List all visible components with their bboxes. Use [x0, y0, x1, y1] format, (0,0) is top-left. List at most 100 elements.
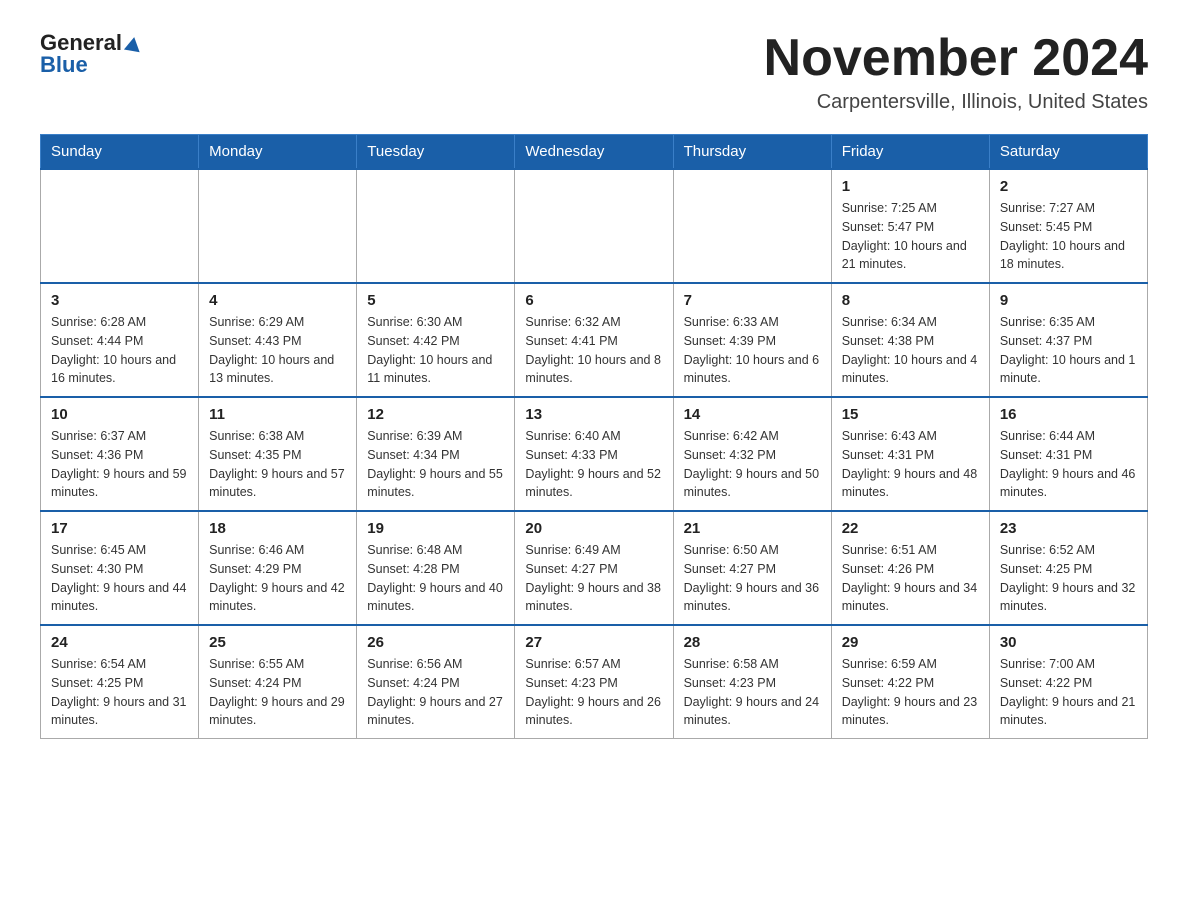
day-number: 18: [209, 520, 346, 537]
calendar-cell-w4-d3: 19 Sunrise: 6:48 AMSunset: 4:28 PMDayligh…: [357, 511, 515, 625]
day-info: Sunrise: 6:59 AMSunset: 4:22 PMDaylight:…: [842, 655, 979, 730]
day-number: 1: [842, 178, 979, 195]
day-info: Sunrise: 6:28 AMSunset: 4:44 PMDaylight:…: [51, 313, 188, 388]
day-number: 8: [842, 292, 979, 309]
week-row-5: 24 Sunrise: 6:54 AMSunset: 4:25 PMDayligh…: [41, 625, 1148, 739]
day-info: Sunrise: 6:43 AMSunset: 4:31 PMDaylight:…: [842, 427, 979, 502]
day-info: Sunrise: 7:00 AMSunset: 4:22 PMDaylight:…: [1000, 655, 1137, 730]
day-number: 9: [1000, 292, 1137, 309]
calendar-cell-w2-d6: 8 Sunrise: 6:34 AMSunset: 4:38 PMDaylight…: [831, 283, 989, 397]
day-info: Sunrise: 7:27 AMSunset: 5:45 PMDaylight:…: [1000, 199, 1137, 274]
day-info: Sunrise: 6:44 AMSunset: 4:31 PMDaylight:…: [1000, 427, 1137, 502]
day-number: 13: [525, 406, 662, 423]
day-number: 12: [367, 406, 504, 423]
calendar-cell-w1-d5: [673, 169, 831, 283]
week-row-2: 3 Sunrise: 6:28 AMSunset: 4:44 PMDaylight…: [41, 283, 1148, 397]
week-row-4: 17 Sunrise: 6:45 AMSunset: 4:30 PMDayligh…: [41, 511, 1148, 625]
page-header: General Blue November 2024 Carpentersvil…: [40, 30, 1148, 114]
day-info: Sunrise: 6:48 AMSunset: 4:28 PMDaylight:…: [367, 541, 504, 616]
day-info: Sunrise: 6:54 AMSunset: 4:25 PMDaylight:…: [51, 655, 188, 730]
day-info: Sunrise: 6:37 AMSunset: 4:36 PMDaylight:…: [51, 427, 188, 502]
calendar-cell-w5-d1: 24 Sunrise: 6:54 AMSunset: 4:25 PMDayligh…: [41, 625, 199, 739]
calendar-cell-w5-d4: 27Sunrise: 6:57 AMSunset: 4:23 PMDayligh…: [515, 625, 673, 739]
calendar-cell-w4-d6: 22 Sunrise: 6:51 AMSunset: 4:26 PMDayligh…: [831, 511, 989, 625]
day-info: Sunrise: 6:38 AMSunset: 4:35 PMDaylight:…: [209, 427, 346, 502]
calendar-cell-w3-d2: 11 Sunrise: 6:38 AMSunset: 4:35 PMDayligh…: [199, 397, 357, 511]
day-info: Sunrise: 6:35 AMSunset: 4:37 PMDaylight:…: [1000, 313, 1137, 388]
weekday-header-friday: Friday: [831, 135, 989, 170]
day-number: 24: [51, 634, 188, 651]
day-number: 23: [1000, 520, 1137, 537]
day-info: Sunrise: 6:30 AMSunset: 4:42 PMDaylight:…: [367, 313, 504, 388]
calendar-cell-w2-d2: 4 Sunrise: 6:29 AMSunset: 4:43 PMDaylight…: [199, 283, 357, 397]
day-info: Sunrise: 6:39 AMSunset: 4:34 PMDaylight:…: [367, 427, 504, 502]
day-number: 20: [525, 520, 662, 537]
calendar-cell-w5-d3: 26Sunrise: 6:56 AMSunset: 4:24 PMDayligh…: [357, 625, 515, 739]
day-number: 5: [367, 292, 504, 309]
week-row-1: 1 Sunrise: 7:25 AMSunset: 5:47 PMDaylight…: [41, 169, 1148, 283]
day-info: Sunrise: 6:56 AMSunset: 4:24 PMDaylight:…: [367, 655, 504, 730]
day-info: Sunrise: 6:34 AMSunset: 4:38 PMDaylight:…: [842, 313, 979, 388]
calendar-cell-w4-d7: 23Sunrise: 6:52 AMSunset: 4:25 PMDayligh…: [989, 511, 1147, 625]
day-number: 4: [209, 292, 346, 309]
day-info: Sunrise: 6:58 AMSunset: 4:23 PMDaylight:…: [684, 655, 821, 730]
weekday-header-tuesday: Tuesday: [357, 135, 515, 170]
day-number: 28: [684, 634, 821, 651]
weekday-header-monday: Monday: [199, 135, 357, 170]
calendar-cell-w3-d4: 13Sunrise: 6:40 AMSunset: 4:33 PMDayligh…: [515, 397, 673, 511]
day-number: 22: [842, 520, 979, 537]
calendar-cell-w1-d6: 1 Sunrise: 7:25 AMSunset: 5:47 PMDaylight…: [831, 169, 989, 283]
calendar-cell-w2-d7: 9 Sunrise: 6:35 AMSunset: 4:37 PMDaylight…: [989, 283, 1147, 397]
calendar-title: November 2024: [764, 30, 1148, 87]
day-info: Sunrise: 6:49 AMSunset: 4:27 PMDaylight:…: [525, 541, 662, 616]
day-number: 6: [525, 292, 662, 309]
calendar-cell-w4-d5: 21 Sunrise: 6:50 AMSunset: 4:27 PMDayligh…: [673, 511, 831, 625]
calendar-cell-w1-d3: [357, 169, 515, 283]
calendar-cell-w5-d2: 25Sunrise: 6:55 AMSunset: 4:24 PMDayligh…: [199, 625, 357, 739]
day-info: Sunrise: 6:45 AMSunset: 4:30 PMDaylight:…: [51, 541, 188, 616]
calendar-subtitle: Carpentersville, Illinois, United States: [764, 91, 1148, 114]
calendar-cell-w1-d7: 2 Sunrise: 7:27 AMSunset: 5:45 PMDaylight…: [989, 169, 1147, 283]
calendar-cell-w4-d4: 20 Sunrise: 6:49 AMSunset: 4:27 PMDayligh…: [515, 511, 673, 625]
day-info: Sunrise: 6:51 AMSunset: 4:26 PMDaylight:…: [842, 541, 979, 616]
day-number: 11: [209, 406, 346, 423]
weekday-header-sunday: Sunday: [41, 135, 199, 170]
calendar-cell-w1-d1: [41, 169, 199, 283]
day-info: Sunrise: 6:50 AMSunset: 4:27 PMDaylight:…: [684, 541, 821, 616]
day-number: 15: [842, 406, 979, 423]
calendar-cell-w4-d2: 18Sunrise: 6:46 AMSunset: 4:29 PMDayligh…: [199, 511, 357, 625]
calendar-cell-w3-d6: 15 Sunrise: 6:43 AMSunset: 4:31 PMDayligh…: [831, 397, 989, 511]
calendar-cell-w1-d4: [515, 169, 673, 283]
weekday-header-wednesday: Wednesday: [515, 135, 673, 170]
calendar-cell-w3-d3: 12 Sunrise: 6:39 AMSunset: 4:34 PMDayligh…: [357, 397, 515, 511]
logo: General Blue: [40, 30, 142, 78]
day-info: Sunrise: 6:32 AMSunset: 4:41 PMDaylight:…: [525, 313, 662, 388]
calendar-table: SundayMondayTuesdayWednesdayThursdayFrid…: [40, 134, 1148, 739]
day-info: Sunrise: 6:33 AMSunset: 4:39 PMDaylight:…: [684, 313, 821, 388]
day-info: Sunrise: 7:25 AMSunset: 5:47 PMDaylight:…: [842, 199, 979, 274]
day-info: Sunrise: 6:29 AMSunset: 4:43 PMDaylight:…: [209, 313, 346, 388]
day-number: 21: [684, 520, 821, 537]
day-number: 10: [51, 406, 188, 423]
calendar-cell-w3-d5: 14Sunrise: 6:42 AMSunset: 4:32 PMDayligh…: [673, 397, 831, 511]
weekday-header-thursday: Thursday: [673, 135, 831, 170]
calendar-cell-w2-d4: 6 Sunrise: 6:32 AMSunset: 4:41 PMDaylight…: [515, 283, 673, 397]
title-area: November 2024 Carpentersville, Illinois,…: [764, 30, 1148, 114]
day-number: 19: [367, 520, 504, 537]
calendar-cell-w2-d3: 5 Sunrise: 6:30 AMSunset: 4:42 PMDaylight…: [357, 283, 515, 397]
day-info: Sunrise: 6:57 AMSunset: 4:23 PMDaylight:…: [525, 655, 662, 730]
day-info: Sunrise: 6:42 AMSunset: 4:32 PMDaylight:…: [684, 427, 821, 502]
day-number: 2: [1000, 178, 1137, 195]
day-number: 17: [51, 520, 188, 537]
day-number: 29: [842, 634, 979, 651]
calendar-cell-w2-d1: 3 Sunrise: 6:28 AMSunset: 4:44 PMDaylight…: [41, 283, 199, 397]
day-number: 7: [684, 292, 821, 309]
day-number: 3: [51, 292, 188, 309]
calendar-cell-w5-d7: 30Sunrise: 7:00 AMSunset: 4:22 PMDayligh…: [989, 625, 1147, 739]
calendar-cell-w4-d1: 17 Sunrise: 6:45 AMSunset: 4:30 PMDayligh…: [41, 511, 199, 625]
calendar-cell-w2-d5: 7 Sunrise: 6:33 AMSunset: 4:39 PMDaylight…: [673, 283, 831, 397]
weekday-header-saturday: Saturday: [989, 135, 1147, 170]
calendar-cell-w1-d2: [199, 169, 357, 283]
calendar-cell-w3-d1: 10 Sunrise: 6:37 AMSunset: 4:36 PMDayligh…: [41, 397, 199, 511]
day-info: Sunrise: 6:55 AMSunset: 4:24 PMDaylight:…: [209, 655, 346, 730]
